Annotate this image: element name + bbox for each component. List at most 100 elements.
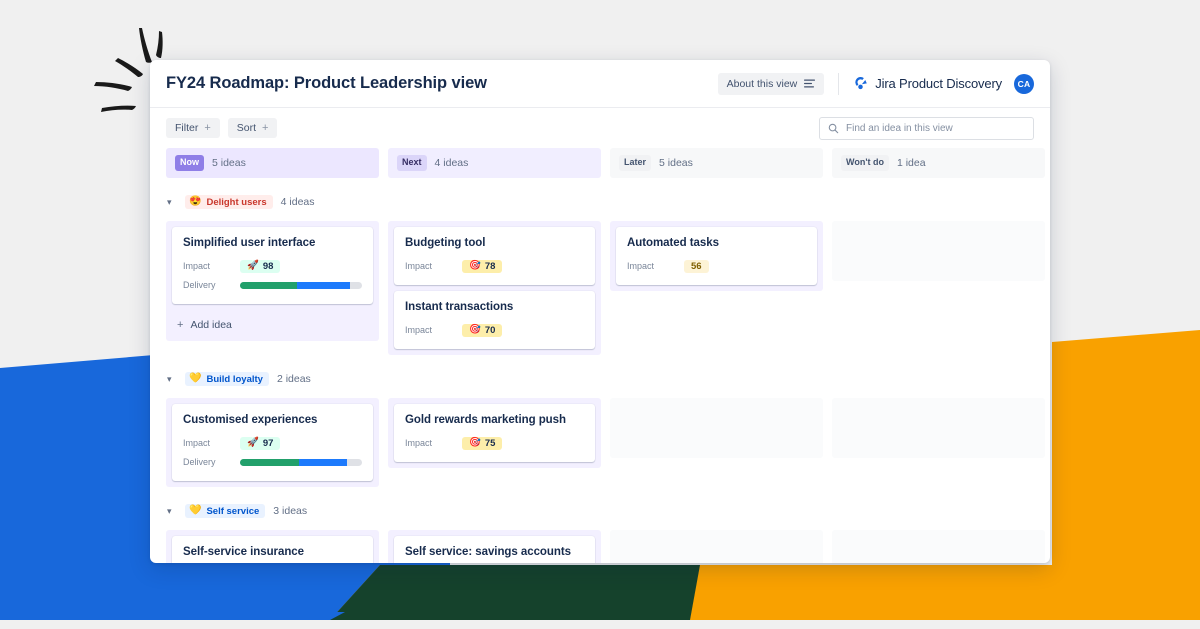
group-label[interactable]: 😍 Delight users: [185, 195, 273, 209]
idea-card[interactable]: Self service: savings accountsImpact46: [394, 536, 595, 563]
idea-card[interactable]: Customised experiences Impact 🚀 97 Delivery: [172, 404, 373, 481]
impact-score-pill[interactable]: 🎯 75: [462, 436, 503, 450]
window-titlebar: FY24 Roadmap: Product Leadership view Ab…: [150, 60, 1050, 108]
card-field: Impact 🎯 70: [405, 322, 584, 338]
progress-bar[interactable]: [240, 458, 362, 466]
card-field-label: Impact: [405, 438, 433, 448]
card-field: Impact 🎯 78: [405, 258, 584, 274]
idea-card-title: Customised experiences: [183, 414, 318, 426]
board-toolbar: Filter + Sort +: [150, 108, 1050, 148]
plus-icon: +: [262, 121, 269, 134]
plus-icon: +: [204, 121, 211, 134]
impact-score-pill[interactable]: 🚀 98: [240, 259, 281, 273]
lane-cell[interactable]: Self-service insuranceImpact🚀80Goal: [166, 530, 379, 563]
impact-score-value: 98: [262, 260, 274, 272]
lane-cell[interactable]: Customised experiences Impact 🚀 97 Delivery: [166, 398, 379, 487]
group-list: ▾ 😍 Delight users 4 ideas Simplified user in…: [166, 193, 1045, 563]
lane-cell[interactable]: [832, 398, 1045, 458]
column-header-3[interactable]: Won't do 1 idea: [832, 148, 1045, 178]
lane-cell[interactable]: Gold rewards marketing push Impact 🎯 75: [388, 398, 601, 468]
roadmap-board: Now 5 ideas Next 4 ideas Later 5 ideas Won't d…: [150, 148, 1050, 563]
group-idea-count: 4 ideas: [280, 196, 315, 208]
impact-score-value: 70: [484, 324, 496, 336]
column-name-badge: Won't do: [841, 155, 889, 171]
search-field[interactable]: [819, 116, 1034, 140]
chevron-down-icon[interactable]: ▾: [167, 197, 177, 207]
sort-label: Sort: [236, 122, 257, 134]
group-idea-count: 2 ideas: [276, 373, 311, 385]
impact-score-pill[interactable]: 🚀 97: [240, 436, 281, 450]
progress-segment-inprogress: [298, 458, 348, 466]
impact-score-pill[interactable]: 🎯 70: [462, 323, 503, 337]
lane-cell[interactable]: Self service: savings accountsImpact46: [388, 530, 601, 563]
lane-cell[interactable]: Automated tasks Impact 56: [610, 221, 823, 291]
column-header-0[interactable]: Now 5 ideas: [166, 148, 379, 178]
idea-card-title: Self-service insurance: [183, 546, 304, 558]
card-field-label: Impact: [183, 438, 211, 448]
add-idea-button[interactable]: + Add idea: [172, 310, 373, 335]
group-header-2: ▾ 💛 Self service 3 ideas: [167, 502, 1034, 520]
card-field: Impact 🚀 97: [183, 435, 362, 451]
group-idea-count: 3 ideas: [273, 505, 308, 517]
lane-cell[interactable]: [832, 221, 1045, 281]
jira-product-discovery-logo-icon: [853, 76, 868, 91]
idea-card-title: Automated tasks: [627, 237, 719, 249]
group-emoji-icon: 💛: [189, 373, 202, 384]
progress-segment-done: [240, 458, 299, 466]
header-actions: About this view Jira Product Discovery C…: [717, 72, 1034, 95]
idea-card[interactable]: Instant transactions Impact 🎯 70: [394, 291, 595, 349]
lane-cell[interactable]: Budgeting tool Impact 🎯 78 Instant transacti…: [388, 221, 601, 355]
blue-shape-bottom: [0, 612, 345, 620]
chevron-down-icon[interactable]: ▾: [167, 506, 177, 516]
chevron-down-icon[interactable]: ▾: [167, 374, 177, 384]
product-brand: Jira Product Discovery: [853, 76, 1002, 91]
group-header-1: ▾ 💛 Build loyalty 2 ideas: [167, 370, 1034, 388]
brand-name: Jira Product Discovery: [875, 76, 1002, 91]
idea-card[interactable]: Gold rewards marketing push Impact 🎯 75: [394, 404, 595, 462]
card-field: Impact 🎯 75: [405, 435, 584, 451]
idea-card[interactable]: Simplified user interface Impact 🚀 98 Delive…: [172, 227, 373, 304]
group-emoji-icon: 💛: [189, 505, 202, 516]
plus-icon: +: [177, 319, 184, 331]
group-row-1: Customised experiences Impact 🚀 97 Delivery G…: [166, 398, 1045, 487]
group-row-0: Simplified user interface Impact 🚀 98 Delive…: [166, 221, 1045, 355]
app-window: FY24 Roadmap: Product Leadership view Ab…: [150, 60, 1050, 563]
impact-score-value: 56: [691, 260, 702, 272]
lane-cell[interactable]: Simplified user interface Impact 🚀 98 Delive…: [166, 221, 379, 341]
progress-bar[interactable]: [240, 281, 362, 289]
lane-cell[interactable]: [610, 530, 823, 563]
column-header-1[interactable]: Next 4 ideas: [388, 148, 601, 178]
about-this-view-button[interactable]: About this view: [717, 72, 825, 95]
card-field-label: Impact: [405, 325, 433, 335]
search-input[interactable]: [846, 122, 1025, 134]
card-field-label: Impact: [405, 261, 433, 271]
list-lines-icon: [804, 79, 816, 88]
column-header-2[interactable]: Later 5 ideas: [610, 148, 823, 178]
idea-card-title: Budgeting tool: [405, 237, 486, 249]
idea-card[interactable]: Self-service insuranceImpact🚀80Goal: [172, 536, 373, 563]
idea-card-title: Instant transactions: [405, 301, 514, 313]
impact-score-pill[interactable]: 🎯 78: [462, 259, 503, 273]
group-row-2: Self-service insuranceImpact🚀80Goal Self …: [166, 530, 1045, 563]
sort-button[interactable]: Sort +: [227, 118, 278, 138]
impact-score-pill[interactable]: 56: [684, 259, 709, 273]
idea-card[interactable]: Automated tasks Impact 56: [616, 227, 817, 285]
group-label-text: Build loyalty: [206, 373, 263, 385]
green-shape-bottom: [330, 565, 700, 620]
idea-card-title: Gold rewards marketing push: [405, 414, 566, 426]
lane-cell[interactable]: [610, 398, 823, 458]
group-label[interactable]: 💛 Self service: [185, 504, 266, 518]
lane-cell[interactable]: [832, 530, 1045, 563]
card-field: Delivery: [183, 454, 362, 470]
filter-button[interactable]: Filter +: [166, 118, 220, 138]
idea-card[interactable]: Budgeting tool Impact 🎯 78: [394, 227, 595, 285]
target-icon: 🎯: [469, 260, 481, 272]
column-header-row: Now 5 ideas Next 4 ideas Later 5 ideas Won't d…: [166, 148, 1045, 178]
group-label-text: Self service: [206, 505, 260, 517]
column-idea-count: 5 ideas: [659, 157, 693, 169]
idea-card-title: Self service: savings accounts: [405, 546, 571, 558]
avatar[interactable]: CA: [1014, 73, 1034, 94]
group-label[interactable]: 💛 Build loyalty: [185, 372, 269, 386]
impact-score-value: 78: [484, 260, 496, 272]
column-idea-count: 5 ideas: [212, 157, 246, 169]
